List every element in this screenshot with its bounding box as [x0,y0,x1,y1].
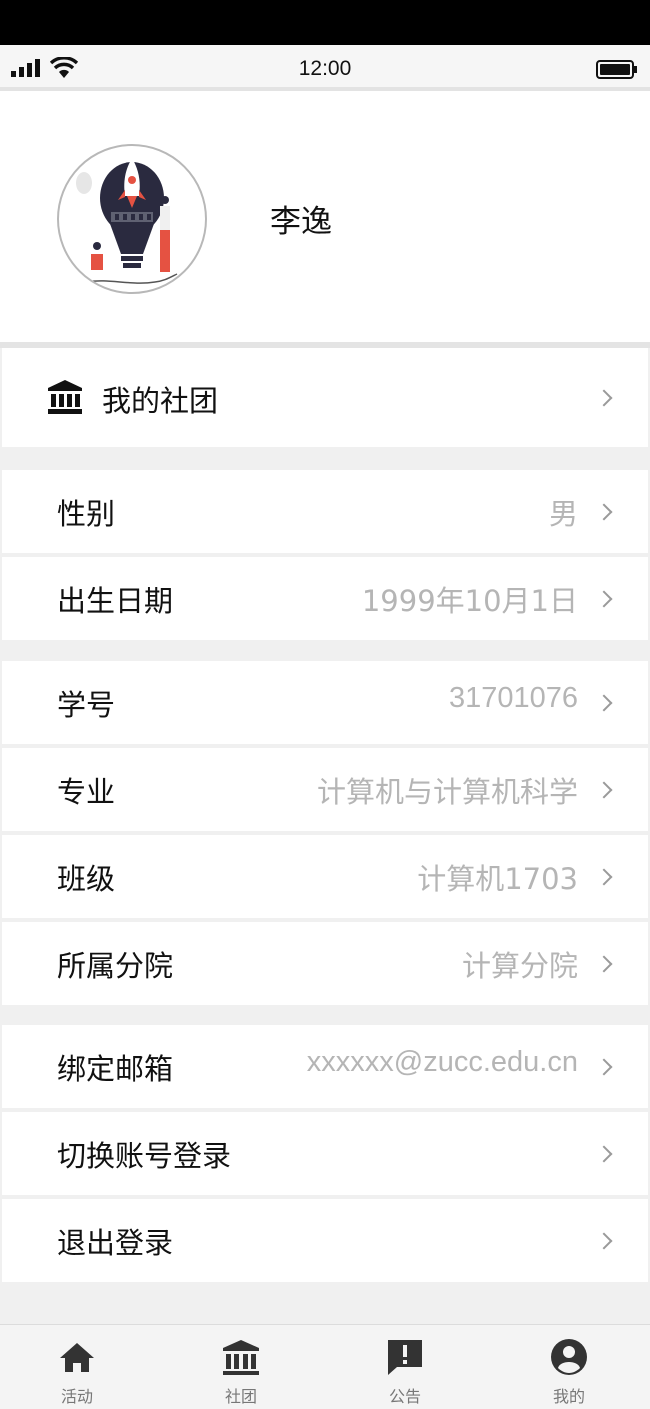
birthdate-label: 出生日期 [57,584,174,618]
major-value: 计算机与计算机科学 [316,775,578,809]
student-id-value: 31701076 [448,682,578,714]
announcement-icon [388,1340,422,1375]
gender-row[interactable]: 性别 男 [2,470,648,553]
tab-label: 公告 [388,1387,421,1406]
logout-label: 退出登录 [57,1226,174,1260]
chevron-right-icon [595,694,613,712]
home-icon [60,1343,94,1372]
user-icon [551,1339,587,1375]
my-club-row[interactable]: 我的社团 [2,348,648,447]
switch-account-label: 切换账号登录 [57,1139,232,1173]
profile-header[interactable]: 李逸 [0,91,650,342]
chevron-right-icon [595,590,613,608]
chevron-right-icon [595,1145,613,1163]
chevron-right-icon [595,1058,613,1076]
profile-name: 李逸 [270,204,332,240]
chevron-right-icon [595,781,613,799]
tab-activities[interactable]: 活动 [27,1325,127,1409]
tab-clubs[interactable]: 社团 [191,1325,291,1409]
class-value: 计算机1703 [417,862,578,896]
major-label: 专业 [57,775,116,809]
class-label: 班级 [57,862,116,896]
chevron-right-icon [595,389,613,407]
avatar[interactable] [57,144,207,294]
battery-icon [596,60,637,79]
student-id-label: 学号 [57,688,116,722]
chevron-right-icon [595,955,613,973]
tab-label: 我的 [552,1387,585,1406]
college-label: 所属分院 [57,949,174,983]
birthdate-value: 1999年10月1日 [361,584,578,618]
email-row[interactable]: 绑定邮箱 xxxxxx@zucc.edu.cn [2,1025,648,1108]
tab-label: 活动 [60,1387,93,1406]
chevron-right-icon [595,868,613,886]
device-top-bar [0,0,650,45]
chevron-right-icon [595,503,613,521]
institution-icon [223,1340,259,1375]
tab-label: 社团 [224,1387,257,1406]
major-row[interactable]: 专业 计算机与计算机科学 [2,748,648,831]
birthdate-row[interactable]: 出生日期 1999年10月1日 [2,557,648,640]
status-bar: 12:00 [0,45,650,91]
logout-row[interactable]: 退出登录 [2,1199,648,1282]
switch-account-row[interactable]: 切换账号登录 [2,1112,648,1195]
college-value: 计算分院 [461,949,578,983]
gender-label: 性别 [57,497,116,531]
my-club-label: 我的社团 [102,384,219,418]
tab-mine[interactable]: 我的 [519,1325,619,1409]
avatar-illustration [76,158,178,284]
status-time: 12:00 [298,57,352,80]
bottom-tab-bar: 活动 社团 公告 我的 [0,1324,650,1409]
chevron-right-icon [595,1232,613,1250]
gender-value: 男 [548,497,578,531]
student-id-row[interactable]: 学号 31701076 [2,661,648,744]
college-row[interactable]: 所属分院 计算分院 [2,922,648,1005]
tab-announcements[interactable]: 公告 [355,1325,455,1409]
institution-icon [48,380,82,414]
email-label: 绑定邮箱 [57,1052,174,1086]
class-row[interactable]: 班级 计算机1703 [2,835,648,918]
email-value: xxxxxx@zucc.edu.cn [306,1046,578,1078]
